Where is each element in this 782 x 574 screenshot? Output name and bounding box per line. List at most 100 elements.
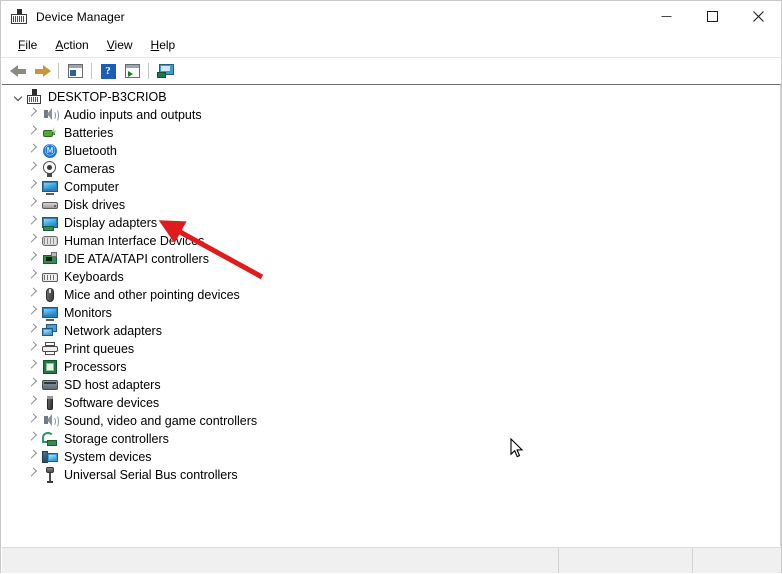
tree-item-ide-ata-atapi-controllers[interactable]: IDE ATA/ATAPI controllers	[2, 250, 780, 268]
chevron-right-icon	[32, 273, 37, 281]
tree-item-processors[interactable]: Processors	[2, 358, 780, 376]
chevron-right-icon	[32, 147, 37, 155]
status-pane-main	[2, 548, 559, 573]
hid-icon	[42, 233, 58, 249]
tree-item-label: Print queues	[64, 342, 135, 356]
expand-toggle[interactable]	[26, 160, 42, 178]
tree-item-display-adapters[interactable]: Display adapters	[2, 214, 780, 232]
tool-bar: ?	[1, 57, 781, 84]
chevron-right-icon	[32, 165, 37, 173]
expand-toggle[interactable]	[26, 124, 42, 142]
tree-item-computer[interactable]: Computer	[2, 178, 780, 196]
tree-item-software-devices[interactable]: Software devices	[2, 394, 780, 412]
tree-item-print-queues[interactable]: Print queues	[2, 340, 780, 358]
expand-toggle[interactable]	[26, 304, 42, 322]
ide-controller-icon	[42, 251, 58, 267]
add-legacy-hardware-button[interactable]	[153, 60, 177, 82]
tree-item-label: Keyboards	[64, 270, 124, 284]
tree-item-label: Sound, video and game controllers	[64, 414, 258, 428]
tree-item-sound-video-and-game-controllers[interactable]: Sound, video and game controllers	[2, 412, 780, 430]
expand-toggle[interactable]	[26, 322, 42, 340]
device-tree-panel[interactable]: DESKTOP-B3CRIOB Audio inputs and outputs…	[2, 84, 781, 546]
expand-toggle[interactable]	[26, 178, 42, 196]
speaker-icon	[42, 413, 59, 429]
properties-button[interactable]	[63, 60, 87, 82]
maximize-button[interactable]	[689, 1, 735, 32]
expand-toggle[interactable]	[26, 196, 42, 214]
chevron-right-icon	[32, 309, 37, 317]
tree-item-bluetooth[interactable]: Ⓜ Bluetooth	[2, 142, 780, 160]
chevron-right-icon	[32, 129, 37, 137]
expand-toggle[interactable]	[26, 142, 42, 160]
expand-toggle[interactable]	[26, 412, 42, 430]
window-title: Device Manager	[36, 9, 125, 24]
scan-icon	[124, 64, 140, 78]
sd-host-icon	[42, 377, 58, 393]
tree-item-cameras[interactable]: Cameras	[2, 160, 780, 178]
tree-item-label: IDE ATA/ATAPI controllers	[64, 252, 209, 266]
chevron-right-icon	[32, 471, 37, 479]
tree-item-keyboards[interactable]: Keyboards	[2, 268, 780, 286]
menu-help[interactable]: Help	[142, 36, 185, 54]
printer-icon	[42, 341, 58, 357]
menu-help-rest: elp	[159, 37, 176, 52]
help-button[interactable]: ?	[96, 60, 120, 82]
maximize-icon	[706, 11, 718, 22]
menu-file[interactable]: File	[9, 36, 46, 54]
scan-hardware-changes-button[interactable]	[120, 60, 144, 82]
tree-item-audio-inputs-and-outputs[interactable]: Audio inputs and outputs	[2, 106, 780, 124]
expand-toggle[interactable]	[26, 106, 42, 124]
tree-item-sd-host-adapters[interactable]: SD host adapters	[2, 376, 780, 394]
forward-button[interactable]	[30, 60, 54, 82]
tree-item-label: SD host adapters	[64, 378, 161, 392]
close-icon	[752, 11, 764, 22]
expand-toggle[interactable]	[26, 250, 42, 268]
tree-item-root[interactable]: DESKTOP-B3CRIOB	[2, 88, 780, 106]
tree-item-disk-drives[interactable]: Disk drives	[2, 196, 780, 214]
menu-file-rest: ile	[25, 37, 38, 52]
expand-toggle[interactable]	[26, 430, 42, 448]
expand-toggle[interactable]	[26, 394, 42, 412]
chevron-right-icon	[32, 183, 37, 191]
device-manager-window: Device Manager File Action View Help ? D…	[0, 0, 782, 573]
tree-item-system-devices[interactable]: System devices	[2, 448, 780, 466]
minimize-button[interactable]	[643, 1, 689, 32]
tree-item-label: Disk drives	[64, 198, 126, 212]
bluetooth-icon: Ⓜ	[43, 144, 57, 158]
tree-item-batteries[interactable]: Batteries	[2, 124, 780, 142]
chevron-right-icon	[32, 201, 37, 209]
tree-item-label: Display adapters	[64, 216, 158, 230]
tree-item-monitors[interactable]: Monitors	[2, 304, 780, 322]
chevron-right-icon	[32, 237, 37, 245]
add-hardware-icon	[156, 64, 174, 78]
tree-item-label: Human Interface Devices	[64, 234, 205, 248]
expand-toggle[interactable]	[26, 232, 42, 250]
expand-toggle[interactable]	[26, 286, 42, 304]
tree-item-human-interface-devices[interactable]: Human Interface Devices	[2, 232, 780, 250]
close-button[interactable]	[735, 1, 781, 32]
expand-toggle[interactable]	[26, 448, 42, 466]
collapse-toggle-root[interactable]	[10, 88, 26, 106]
tree-item-label: Audio inputs and outputs	[64, 108, 202, 122]
expand-toggle[interactable]	[26, 466, 42, 484]
menu-view-rest: iew	[114, 37, 133, 52]
tree-item-storage-controllers[interactable]: Storage controllers	[2, 430, 780, 448]
back-button[interactable]	[6, 60, 30, 82]
menu-action[interactable]: Action	[46, 36, 97, 54]
expand-toggle[interactable]	[26, 268, 42, 286]
expand-toggle[interactable]	[26, 358, 42, 376]
tree-item-universal-serial-bus-controllers[interactable]: Universal Serial Bus controllers	[2, 466, 780, 484]
tree-item-label: Computer	[64, 180, 119, 194]
processor-icon	[42, 359, 58, 375]
title-bar: Device Manager	[1, 1, 781, 32]
camera-icon	[42, 161, 58, 177]
storage-controller-icon	[42, 431, 58, 447]
tree-item-mice-and-other-pointing-devices[interactable]: Mice and other pointing devices	[2, 286, 780, 304]
expand-toggle[interactable]	[26, 214, 42, 232]
expand-toggle[interactable]	[26, 376, 42, 394]
tree-item-network-adapters[interactable]: Network adapters	[2, 322, 780, 340]
disk-drive-icon	[42, 197, 58, 213]
expand-toggle[interactable]	[26, 340, 42, 358]
menu-view[interactable]: View	[98, 36, 142, 54]
mouse-icon	[42, 287, 58, 303]
